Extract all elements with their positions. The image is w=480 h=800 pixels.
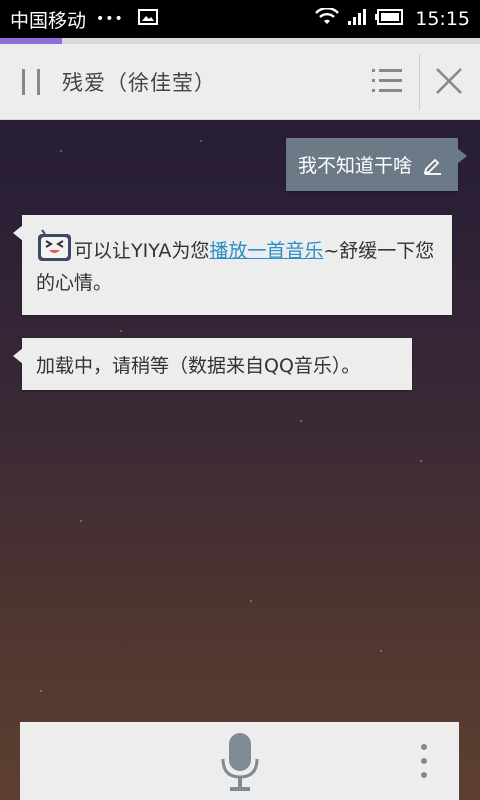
star (250, 600, 252, 602)
song-title: 残爱（徐佳莹） (62, 70, 216, 95)
user-message-bubble[interactable]: 我不知道干啥 (285, 138, 468, 191)
assistant-message-bubble: 可以让YIYA为您播放一首音乐~舒缓一下您的心情。 (13, 215, 452, 315)
wifi-icon (315, 6, 340, 31)
loading-message-text: 加载中，请稍等（数据来自QQ音乐）。 (36, 355, 361, 377)
status-icons: 15:15 (315, 0, 470, 38)
assistant-loading-bubble: 加载中，请稍等（数据来自QQ音乐）。 (13, 338, 412, 390)
star (200, 140, 202, 142)
player-header: 残爱（徐佳莹） (0, 44, 480, 120)
edit-icon[interactable] (422, 155, 442, 175)
user-message-text: 我不知道干啥 (297, 155, 412, 177)
header-divider (419, 54, 420, 110)
assistant-message-text: 可以让YIYA为您 (74, 240, 210, 262)
star (300, 420, 302, 422)
yiya-emoticon-icon (36, 229, 74, 263)
list-icon[interactable] (372, 67, 402, 95)
star (420, 460, 422, 462)
clock: 15:15 (415, 8, 470, 30)
star (380, 650, 382, 652)
star (80, 520, 82, 522)
battery-icon (375, 8, 404, 30)
signal-icon (347, 8, 367, 31)
close-icon[interactable] (434, 66, 464, 96)
pause-icon[interactable] (22, 68, 40, 95)
status-bar: 中国移动 ••• 15:15 (0, 0, 480, 38)
notification-dots: ••• (96, 11, 124, 27)
gallery-icon (137, 8, 158, 31)
play-music-link[interactable]: 播放一首音乐 (209, 240, 323, 262)
star (60, 150, 62, 152)
carrier-name: 中国移动 (10, 9, 87, 32)
more-icon[interactable] (421, 744, 429, 780)
star (120, 330, 122, 332)
input-bar (20, 722, 459, 800)
star (40, 690, 42, 692)
microphone-icon[interactable] (218, 731, 262, 793)
screen: 中国移动 ••• 15:15 残爱（徐佳莹） 我不知道干啥 可以让YIYA为您播… (0, 0, 480, 800)
